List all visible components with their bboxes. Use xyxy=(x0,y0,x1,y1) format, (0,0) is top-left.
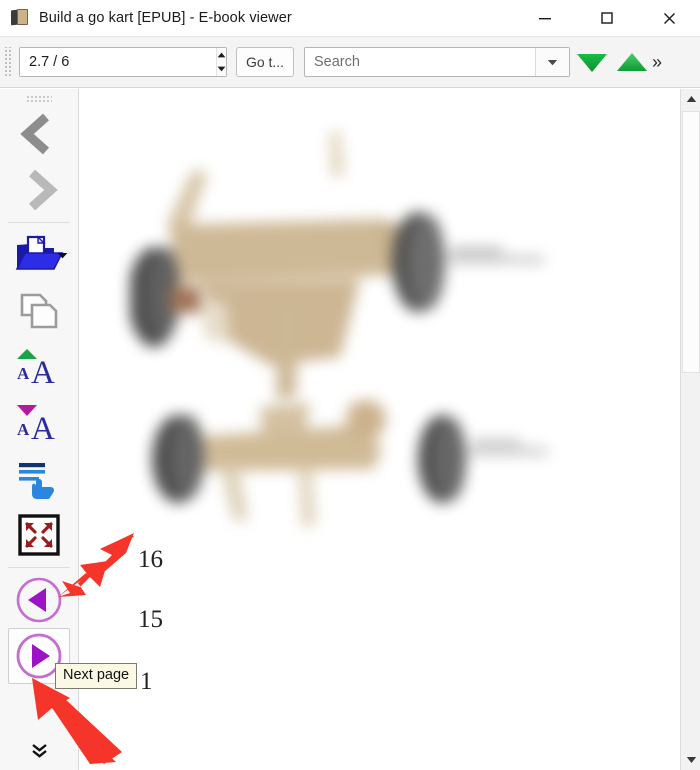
maximize-icon xyxy=(601,12,613,24)
copy-pages-icon xyxy=(20,293,58,329)
go-kart-chassis-photo xyxy=(130,107,550,547)
chevron-left-icon xyxy=(20,113,50,155)
drag-grip-icon[interactable] xyxy=(26,95,52,104)
scrollbar-thumb[interactable] xyxy=(682,111,700,373)
chevron-down-icon xyxy=(57,253,68,259)
double-chevron-down-icon xyxy=(32,744,47,758)
search-box[interactable] xyxy=(304,47,570,77)
page-number-16: 16 xyxy=(138,546,163,573)
sidebar-item-forward[interactable] xyxy=(8,162,70,218)
chevron-down-icon xyxy=(547,59,558,65)
search-input[interactable] xyxy=(305,48,535,76)
scroll-up-icon xyxy=(686,96,696,102)
window-controls xyxy=(514,0,700,36)
sidebar-divider-1 xyxy=(8,222,70,223)
spinner-up-icon xyxy=(217,52,226,58)
page-position-input[interactable] xyxy=(20,48,216,76)
toolbar-drag-grip[interactable] xyxy=(3,47,13,77)
sidebar-divider-2 xyxy=(8,567,70,568)
toolbar-overflow-button[interactable]: » xyxy=(652,53,666,71)
sidebar-item-back[interactable] xyxy=(8,106,70,162)
find-previous-button[interactable] xyxy=(614,44,650,80)
spinner-down-icon xyxy=(217,66,226,72)
vertical-scrollbar[interactable] xyxy=(680,89,700,770)
page-position-spinbox[interactable] xyxy=(19,47,227,77)
svg-text:A: A xyxy=(31,411,55,445)
go-to-label: Go t... xyxy=(245,54,285,70)
paged-mode-icon xyxy=(19,463,54,499)
fullscreen-arrows-icon xyxy=(18,514,60,556)
triangle-down-icon xyxy=(577,54,607,72)
title-bar: Build a go kart [EPUB] - E-book viewer xyxy=(0,0,700,36)
spinner-down-button[interactable] xyxy=(217,62,226,76)
open-book-dropdown-arrow[interactable] xyxy=(57,246,68,264)
svg-text:A: A xyxy=(31,355,55,389)
minimize-icon xyxy=(539,18,551,20)
ebook-viewer-window: Build a go kart [EPUB] - E-book viewer 2… xyxy=(0,0,700,770)
tooltip-next-page: Next page xyxy=(55,663,138,689)
sidebar-item-fullscreen[interactable] xyxy=(8,507,70,563)
page-number-15: 15 xyxy=(138,606,163,633)
previous-page-icon xyxy=(16,577,62,623)
sidebar-item-increase-font[interactable]: A A xyxy=(8,339,70,395)
search-history-dropdown[interactable] xyxy=(535,48,569,76)
window-title: Build a go kart [EPUB] - E-book viewer xyxy=(39,10,292,26)
sidebar-overflow-button[interactable] xyxy=(0,743,79,762)
svg-text:A: A xyxy=(17,364,30,383)
sidebar-item-decrease-font[interactable]: A A xyxy=(8,395,70,451)
chevron-right-icon xyxy=(28,169,58,211)
font-decrease-icon: A A xyxy=(17,405,55,445)
scroll-down-button[interactable] xyxy=(681,750,700,770)
sidebar-item-open-book[interactable] xyxy=(8,227,70,283)
main-toolbar: Go t... xyxy=(0,36,700,88)
close-button[interactable] xyxy=(638,0,700,36)
sidebar-item-copy[interactable] xyxy=(8,283,70,339)
minimize-button[interactable] xyxy=(514,0,576,36)
scroll-down-icon xyxy=(686,757,696,763)
go-to-button[interactable]: Go t... xyxy=(236,47,294,77)
svg-text:A: A xyxy=(17,420,30,439)
page-number-1: 1 xyxy=(140,668,153,695)
maximize-button[interactable] xyxy=(576,0,638,36)
close-icon xyxy=(663,12,675,24)
sidebar-item-previous-page[interactable] xyxy=(8,572,70,628)
page-position-spin-buttons xyxy=(216,48,226,76)
sidebar-item-paged-mode[interactable] xyxy=(8,451,70,507)
font-increase-icon: A A xyxy=(17,349,55,389)
spinner-up-button[interactable] xyxy=(217,48,226,62)
scroll-up-button[interactable] xyxy=(681,89,700,109)
find-next-button[interactable] xyxy=(574,44,610,80)
book-content-area[interactable]: 16 15 1 xyxy=(80,89,668,770)
book-icon xyxy=(11,9,29,27)
triangle-up-icon xyxy=(617,53,647,71)
